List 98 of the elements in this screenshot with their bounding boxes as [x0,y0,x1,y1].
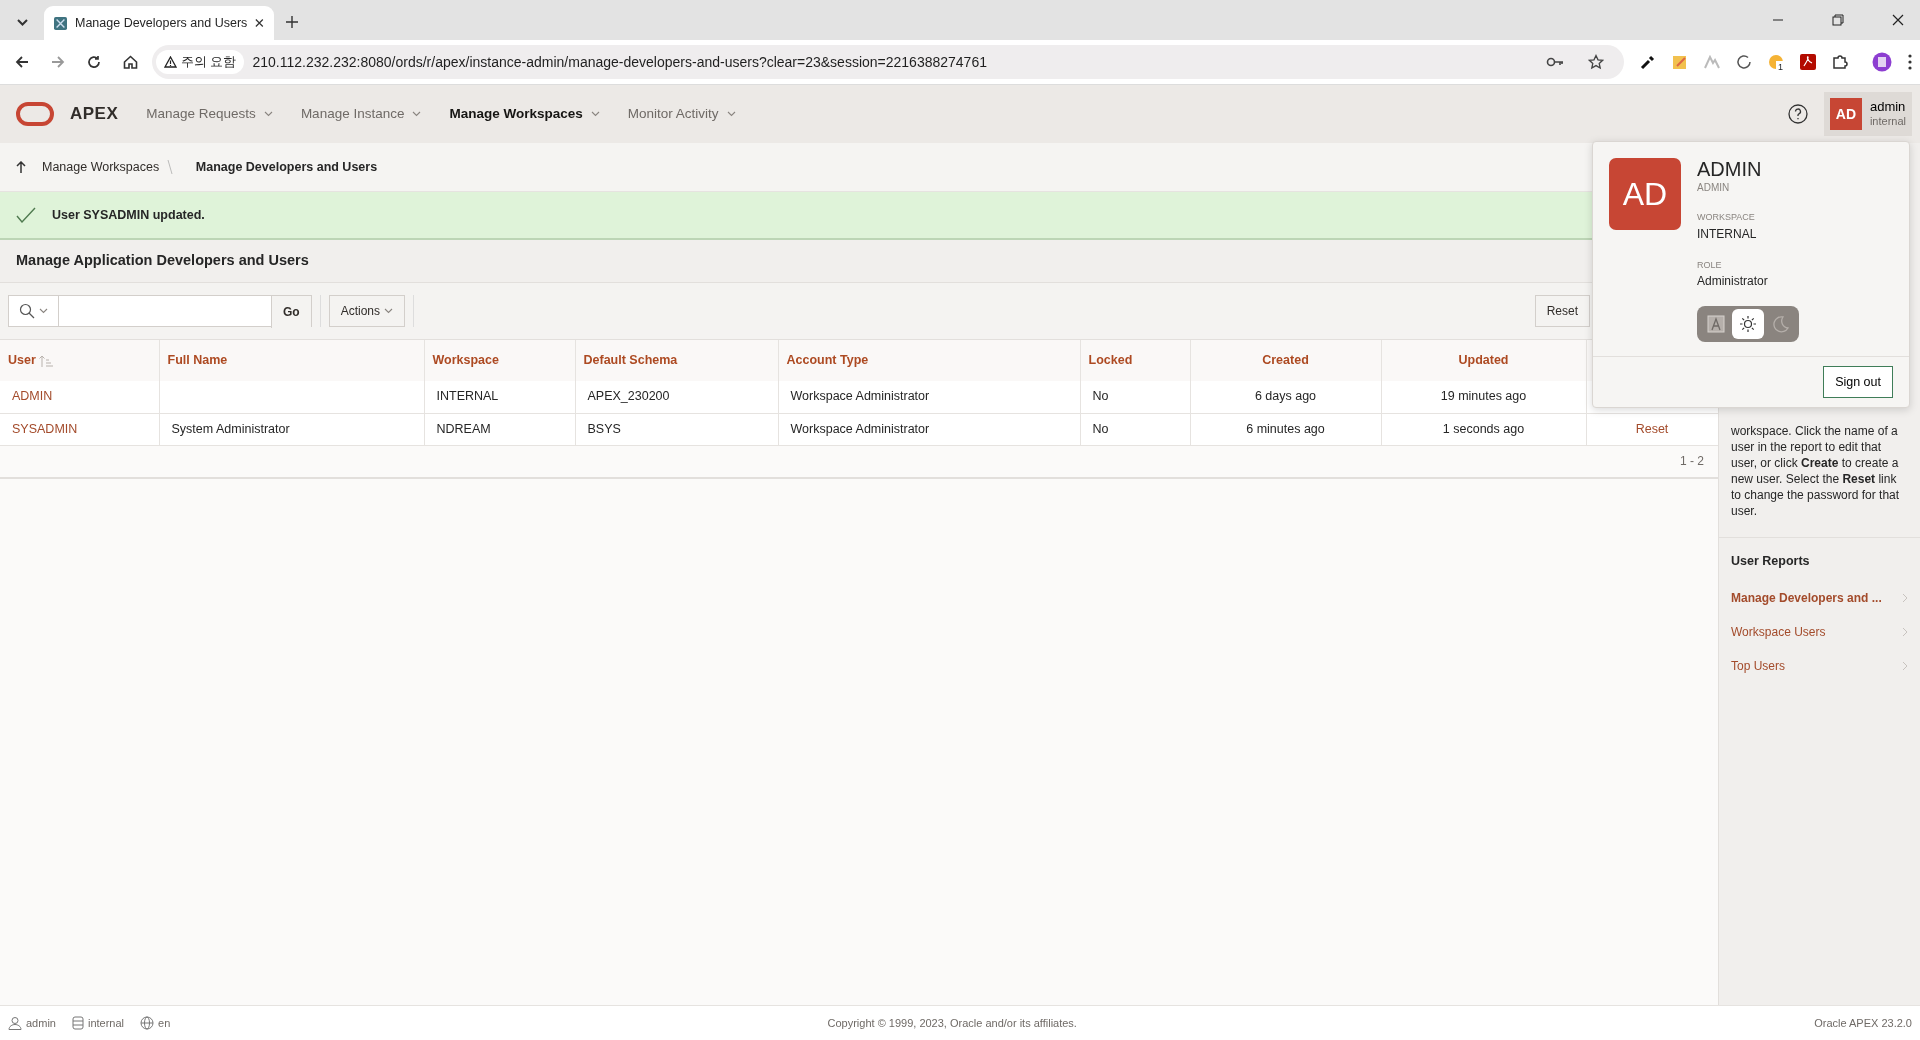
table-cell: APEX_230200 [587,389,670,404]
home-icon [122,55,138,69]
table-cell: INTERNAL [436,389,499,404]
site-icon [54,15,67,31]
table-cell: BSYS [587,421,621,436]
column-header[interactable]: Updated [1381,340,1586,381]
profile-icon[interactable] [1872,52,1892,72]
help-icon[interactable] [1787,104,1808,124]
forward-arrow-icon [51,55,65,69]
search-icon[interactable] [19,303,35,319]
table-cell: No [1092,421,1109,436]
nav-menu-item[interactable]: Monitor Activity [627,103,736,125]
footer-language: en [158,1015,171,1031]
user-link[interactable]: SYSADMIN [12,421,78,436]
app-logo-text[interactable]: APEX [70,101,119,127]
up-arrow-icon[interactable] [16,161,26,173]
moon-icon [1771,315,1789,333]
logo-icon[interactable] [16,102,54,126]
table-cell: System Administrator [171,421,290,436]
go-button[interactable]: Go [271,296,311,328]
sign-out-button[interactable]: Sign out [1823,365,1893,399]
refresh-icon[interactable] [1736,54,1752,70]
breadcrumb-link[interactable]: Manage Workspaces [42,157,160,177]
column-header[interactable]: User [0,340,159,381]
table-cell: NDREAM [436,421,491,436]
nav-menu-item[interactable]: Manage Workspaces [449,103,600,125]
sidebar-link[interactable]: Manage Developers and ... [1719,580,1920,615]
nav-menu-item[interactable]: Manage Requests [146,103,273,125]
user-menu-button[interactable]: AD admin internal [1823,92,1912,136]
puzzle-icon[interactable] [1832,54,1848,70]
column-header[interactable]: Created [1190,340,1381,381]
column-header[interactable]: Full Name [159,340,424,381]
chevron-down-icon [412,111,422,117]
warning-icon [164,56,177,68]
chevron-down-icon [263,111,273,117]
star-icon[interactable] [1588,54,1604,70]
sidebar-link[interactable]: Workspace Users [1719,614,1920,649]
database-icon [71,1016,84,1030]
footer-workspace: internal [87,1015,125,1031]
reset-password-link[interactable]: Reset [1635,421,1669,436]
reload-icon [87,55,101,69]
theme-option-button[interactable] [1732,309,1764,339]
pagination-text: 1 - 2 [1680,453,1704,470]
copyright-text: Copyright © 1999, 2023, Oracle and/or its affiliates. [827,1016,1077,1029]
breadcrumb-separator-icon [167,160,174,174]
user-avatar: AD [1829,98,1862,130]
table-cell: No [1092,389,1109,404]
table-cell: Workspace Administrator [790,389,930,404]
address-bar[interactable]: 주의 요함 210.112.232.232:8080/ords/r/apex/instance-admin/manage-developers-and-users?clear=23&session=2216388274761 [152,45,1624,79]
sun-icon [1739,315,1757,333]
chevron-down-icon [726,111,736,117]
version-text: Oracle APEX 23.2.0 [1814,1015,1912,1031]
search-field[interactable]: Go [8,295,312,327]
user-workspace: internal [1869,114,1906,128]
reset-button[interactable]: Reset [1534,295,1590,327]
pdf-icon[interactable] [1800,54,1816,70]
auto-theme-icon [1707,315,1725,333]
column-header[interactable]: Workspace [424,340,575,381]
table-cell: 19 minutes ago [1440,389,1527,404]
checkmark-icon [16,207,36,223]
user-link[interactable]: ADMIN [12,389,53,404]
more-icon[interactable] [1908,54,1912,70]
notepad-icon[interactable] [1672,54,1688,70]
column-header[interactable]: Locked [1080,340,1190,381]
globe-icon [140,1016,155,1030]
region-title: Manage Application Developers and Users [16,251,309,271]
table-cell: 6 minutes ago [1246,421,1325,436]
restore-icon[interactable] [1832,14,1844,26]
chevron-down-icon [590,111,600,117]
chevron-right-icon [1902,660,1908,671]
footer-user: admin [26,1015,56,1031]
url-text[interactable]: 210.112.232.232:8080/ords/r/apex/instance-admin/manage-developers-and-users?clear=23&session=2216388274761 [252,51,1538,73]
chevron-right-icon [1902,626,1908,637]
sidebar-heading: User Reports [1731,554,1810,568]
chevron-down-icon [39,308,48,314]
column-header[interactable]: Account Type [778,340,1080,381]
sidebar-link[interactable]: Top Users [1719,648,1920,683]
table-cell: Workspace Administrator [790,421,930,436]
column-header[interactable]: Default Schema [575,340,778,381]
key-icon[interactable] [1546,57,1564,67]
table-cell: 1 seconds ago [1442,421,1525,436]
chevron-right-icon [1902,592,1908,603]
chevron-down-icon [384,308,394,314]
eyedropper-icon[interactable] [1640,54,1656,70]
close-icon[interactable] [1892,14,1904,26]
back-arrow-icon [15,55,29,69]
browser-tab[interactable]: Manage Developers and Users [44,6,274,40]
user-name: admin [1869,100,1906,114]
table-cell: 6 days ago [1254,389,1317,404]
plus-icon [286,16,298,28]
nav-menu-item[interactable]: Manage Instance [300,103,422,125]
chevron-down-icon [16,18,28,26]
user-avatar: AD [1609,158,1681,230]
success-message: User SYSADMIN updated. [52,206,205,224]
user-icon [8,1016,22,1030]
close-icon[interactable] [255,18,264,28]
breadcrumb-current: Manage Developers and Users [195,158,378,176]
actions-button[interactable]: Actions [328,295,406,327]
